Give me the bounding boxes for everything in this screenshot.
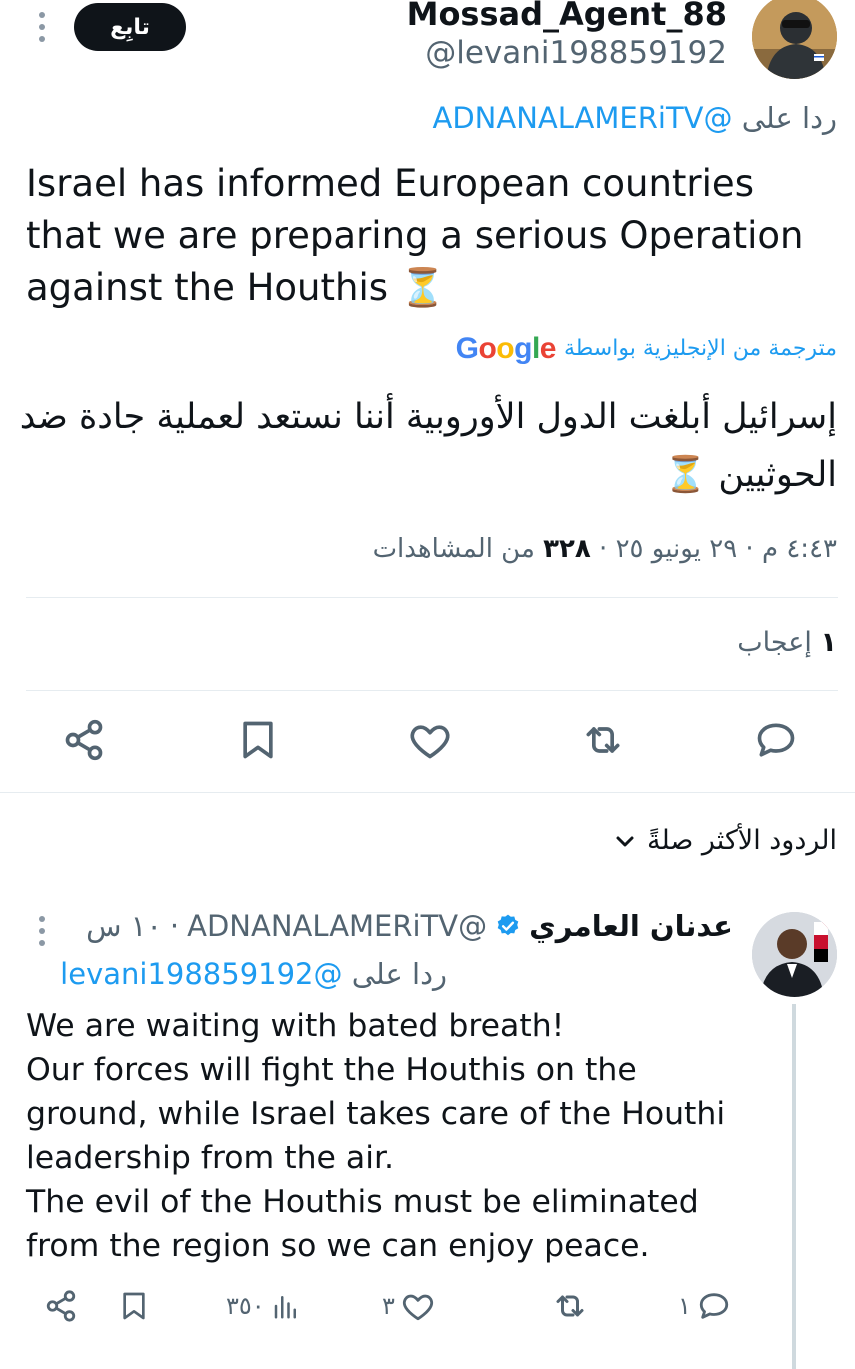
translation-prefix[interactable]: مترجمة من الإنجليزية بواسطة bbox=[564, 331, 837, 367]
tweet-time[interactable]: ٤:٤٣ م bbox=[762, 534, 837, 564]
reply-like-button[interactable]: ٣ bbox=[382, 1286, 435, 1326]
retweet-icon[interactable] bbox=[581, 718, 625, 762]
bookmark-icon bbox=[118, 1290, 150, 1322]
likes-count: ١ bbox=[820, 627, 837, 658]
replies-sort-label: الردود الأكثر صلةً bbox=[646, 825, 837, 856]
reply-author-name[interactable]: عدنان العامري bbox=[529, 905, 733, 947]
tweet-text: Israel has informed European countries t… bbox=[26, 162, 804, 309]
google-logo: Google bbox=[455, 332, 557, 365]
retweet-icon bbox=[552, 1288, 588, 1324]
reply-time[interactable]: ١٠ س bbox=[86, 905, 162, 947]
share-icon bbox=[44, 1289, 78, 1323]
author-handle[interactable]: @levani198859192 bbox=[425, 34, 727, 72]
reply-author-handle[interactable]: @ADNANALAMERiTV bbox=[187, 905, 487, 947]
reply-author-avatar[interactable] bbox=[752, 912, 837, 997]
translation-attribution: مترجمة من الإنجليزية بواسطة Google bbox=[456, 331, 837, 367]
reply-to-line: ردا على @levani198859192 bbox=[60, 953, 447, 995]
author-display-name[interactable]: Mossad_Agent_88 bbox=[407, 0, 727, 34]
reply-icon bbox=[697, 1289, 731, 1323]
more-options-icon[interactable] bbox=[36, 12, 48, 42]
reply-views-button[interactable]: ٣٥٠ bbox=[226, 1286, 301, 1326]
reply-text: We are waiting with bated breath! Our fo… bbox=[26, 1008, 726, 1264]
chevron-down-icon bbox=[613, 829, 637, 853]
divider bbox=[0, 792, 855, 793]
like-icon[interactable] bbox=[408, 718, 452, 762]
reply-icon[interactable] bbox=[754, 718, 798, 762]
author-avatar[interactable] bbox=[752, 0, 837, 79]
divider bbox=[26, 690, 838, 691]
reply-to-line: ردا على @ADNANALAMERiTV bbox=[433, 98, 838, 138]
reply-reply-button[interactable]: ١ bbox=[678, 1286, 731, 1326]
follow-button[interactable]: تابِع bbox=[74, 3, 186, 51]
reply-retweet-button[interactable] bbox=[546, 1286, 588, 1326]
likes-summary[interactable]: ١ إعجاب bbox=[737, 624, 837, 662]
divider bbox=[26, 597, 838, 598]
tweet-meta: ٤:٤٣ م · ٢٩ يونيو ٢٥ · ٣٢٨ من المشاهدات bbox=[372, 534, 837, 564]
bookmark-icon[interactable] bbox=[236, 718, 280, 762]
thread-connector bbox=[792, 1004, 796, 1369]
tweet-translation-text: إسرائيل أبلغت الدول الأوروبية أننا نستعد… bbox=[19, 397, 837, 495]
share-icon[interactable] bbox=[62, 718, 106, 762]
reply-to-prefix: ردا على bbox=[741, 101, 837, 135]
views-count: ٣٢٨ bbox=[543, 534, 591, 564]
reply-reply-count: ١ bbox=[678, 1292, 691, 1320]
reply-to-handle[interactable]: @ADNANALAMERiTV bbox=[433, 101, 733, 135]
replies-sort-dropdown[interactable]: الردود الأكثر صلةً bbox=[613, 822, 837, 860]
likes-label: إعجاب bbox=[737, 627, 812, 658]
reply-more-options-icon[interactable] bbox=[36, 916, 48, 946]
reply-bookmark-button[interactable] bbox=[118, 1286, 150, 1326]
verified-badge-icon bbox=[495, 913, 521, 939]
views-icon bbox=[271, 1291, 301, 1321]
reply-to-prefix: ردا على bbox=[351, 957, 447, 991]
reply-views-count: ٣٥٠ bbox=[226, 1292, 265, 1320]
tweet-date[interactable]: ٢٩ يونيو ٢٥ bbox=[616, 534, 738, 564]
reply-to-handle[interactable]: @levani198859192 bbox=[60, 957, 342, 991]
reply-like-count: ٣ bbox=[382, 1292, 395, 1320]
reply-share-button[interactable] bbox=[44, 1286, 78, 1326]
reply-header: عدنان العامري @ADNANALAMERiTV · ١٠ س bbox=[86, 905, 733, 947]
views-label: من المشاهدات bbox=[372, 534, 535, 564]
like-icon bbox=[401, 1289, 435, 1323]
